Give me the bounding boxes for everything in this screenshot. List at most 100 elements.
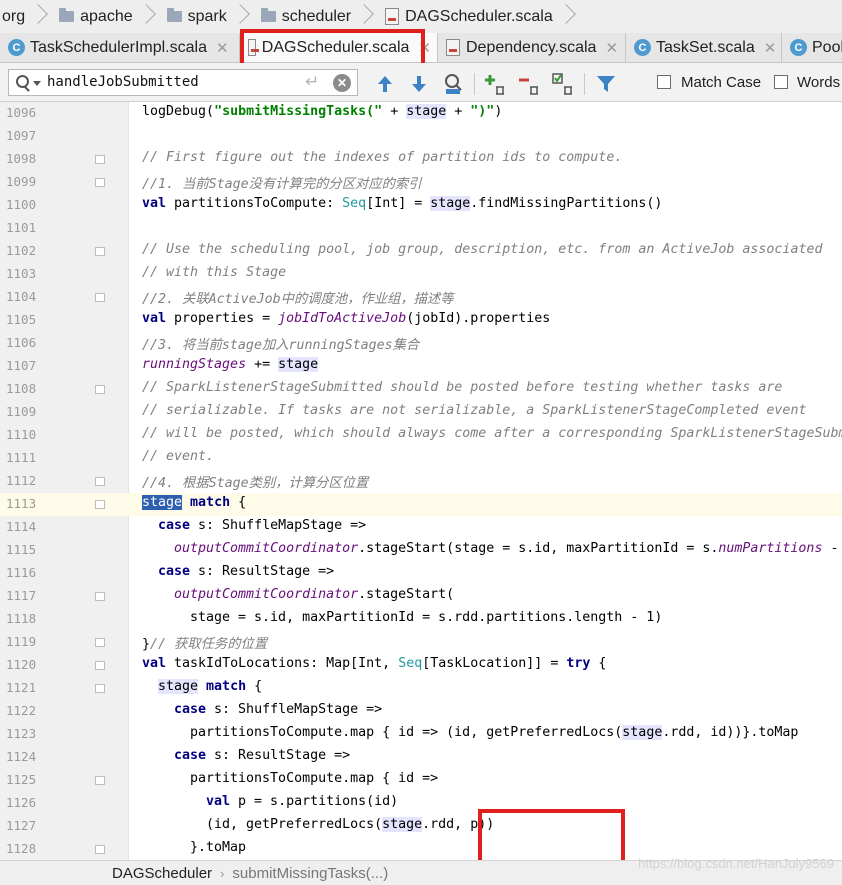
tab-taskschedulerimpl[interactable]: C TaskSchedulerImpl.scala ✕ bbox=[0, 33, 240, 62]
match-case-checkbox[interactable] bbox=[657, 75, 671, 89]
line-number: 1125 bbox=[6, 772, 37, 787]
code-line[interactable]: 1124 case s: ResultStage => bbox=[0, 746, 842, 769]
fold-marker-icon[interactable] bbox=[95, 845, 105, 854]
code-line[interactable]: 1105 val properties = jobIdToActiveJob(jo… bbox=[0, 309, 842, 332]
code-text: // will be posted, which should always c… bbox=[142, 426, 842, 441]
code-line[interactable]: 1119}// 获取任务的位置 bbox=[0, 631, 842, 654]
code-line[interactable]: 1096 logDebug("submitMissingTasks(" + sta… bbox=[0, 102, 842, 125]
code-line[interactable]: 1126 val p = s.partitions(id) bbox=[0, 792, 842, 815]
line-number: 1112 bbox=[6, 473, 37, 488]
line-number: 1113 bbox=[6, 496, 37, 511]
code-line[interactable]: 1109 // serializable. If tasks are not se… bbox=[0, 401, 842, 424]
filter-icon[interactable] bbox=[595, 73, 617, 95]
chevron-right-icon bbox=[31, 0, 45, 33]
close-icon[interactable]: ✕ bbox=[764, 39, 777, 57]
fold-marker-icon[interactable] bbox=[95, 477, 105, 486]
code-editor[interactable]: 1096 logDebug("submitMissingTasks(" + sta… bbox=[0, 102, 842, 860]
code-text: (id, getPreferredLocs(stage.rdd, p)) bbox=[206, 817, 495, 832]
code-line[interactable]: 1102 // Use the scheduling pool, job grou… bbox=[0, 240, 842, 263]
line-number: 1110 bbox=[6, 427, 37, 442]
fold-marker-icon[interactable] bbox=[95, 385, 105, 394]
words-checkbox[interactable] bbox=[774, 75, 788, 89]
breadcrumb-item-apache[interactable]: apache bbox=[49, 0, 137, 33]
code-text: stage = s.id, maxPartitionId = s.rdd.par… bbox=[190, 610, 663, 625]
clear-icon[interactable]: ✕ bbox=[333, 74, 351, 92]
close-icon[interactable]: ✕ bbox=[605, 39, 618, 57]
code-line[interactable]: 1097 bbox=[0, 125, 842, 148]
code-line[interactable]: 1111 // event. bbox=[0, 447, 842, 470]
select-all-occurrences-icon[interactable] bbox=[552, 73, 574, 95]
code-text: val taskIdToLocations: Map[Int, Seq[Task… bbox=[142, 656, 607, 671]
fold-marker-icon[interactable] bbox=[95, 247, 105, 256]
line-number: 1107 bbox=[6, 358, 37, 373]
fold-marker-icon[interactable] bbox=[95, 684, 105, 693]
fold-marker-icon[interactable] bbox=[95, 592, 105, 601]
line-number: 1127 bbox=[6, 818, 37, 833]
fold-marker-icon[interactable] bbox=[95, 293, 105, 302]
code-text: val properties = jobIdToActiveJob(jobId)… bbox=[142, 311, 551, 326]
code-line[interactable]: 1098 // First figure out the indexes of p… bbox=[0, 148, 842, 171]
line-number: 1102 bbox=[6, 243, 37, 258]
code-line[interactable]: 1117 outputCommitCoordinator.stageStart( bbox=[0, 585, 842, 608]
remove-occurrence-icon[interactable] bbox=[518, 73, 540, 95]
tab-pool[interactable]: C Pool bbox=[782, 33, 842, 62]
line-number: 1096 bbox=[6, 105, 37, 120]
line-number: 1105 bbox=[6, 312, 37, 327]
toolbar-separator bbox=[474, 73, 475, 95]
code-text: }.toMap bbox=[190, 840, 247, 855]
code-line[interactable]: 1108 // SparkListenerStageSubmitted shoul… bbox=[0, 378, 842, 401]
fold-marker-icon[interactable] bbox=[95, 776, 105, 785]
close-icon[interactable]: ✕ bbox=[216, 39, 229, 57]
code-line[interactable]: 1122 case s: ShuffleMapStage => bbox=[0, 700, 842, 723]
fold-marker-icon[interactable] bbox=[95, 155, 105, 164]
breadcrumb-item-spark[interactable]: spark bbox=[157, 0, 231, 33]
code-line[interactable]: 1100 val partitionsToCompute: Seq[Int] = … bbox=[0, 194, 842, 217]
line-number: 1119 bbox=[6, 634, 37, 649]
fold-marker-icon[interactable] bbox=[95, 500, 105, 509]
fold-marker-icon[interactable] bbox=[95, 178, 105, 187]
line-number: 1101 bbox=[6, 220, 37, 235]
line-number: 1106 bbox=[6, 335, 37, 350]
code-line[interactable]: 1127 (id, getPreferredLocs(stage.rdd, p)) bbox=[0, 815, 842, 838]
search-input[interactable] bbox=[47, 72, 297, 92]
search-field[interactable]: ↵ ✕ bbox=[8, 69, 358, 96]
code-line[interactable]: 1118 stage = s.id, maxPartitionId = s.rdd… bbox=[0, 608, 842, 631]
code-line[interactable]: 1101 bbox=[0, 217, 842, 240]
code-line[interactable]: 1112 //4. 根据Stage类别，计算分区位置 bbox=[0, 470, 842, 493]
line-number: 1114 bbox=[6, 519, 37, 534]
code-text: // First figure out the indexes of parti… bbox=[142, 150, 623, 165]
nav-method[interactable]: submitMissingTasks(...) bbox=[232, 865, 388, 882]
code-line[interactable]: 1125 partitionsToCompute.map { id => bbox=[0, 769, 842, 792]
code-line[interactable]: 1120 val taskIdToLocations: Map[Int, Seq[… bbox=[0, 654, 842, 677]
find-all-icon[interactable] bbox=[443, 73, 465, 95]
line-number: 1120 bbox=[6, 657, 37, 672]
code-line[interactable]: 1099 //1. 当前Stage没有计算完的分区对应的索引 bbox=[0, 171, 842, 194]
previous-occurrence-icon[interactable] bbox=[374, 73, 396, 95]
code-line[interactable]: 1106 //3. 将当前stage加入runningStages集合 bbox=[0, 332, 842, 355]
fold-marker-icon[interactable] bbox=[95, 661, 105, 670]
code-line[interactable]: 1123 partitionsToCompute.map { id => (id,… bbox=[0, 723, 842, 746]
tab-dependency[interactable]: Dependency.scala ✕ bbox=[438, 33, 626, 62]
line-number: 1111 bbox=[6, 450, 37, 465]
next-occurrence-icon[interactable] bbox=[408, 73, 430, 95]
code-line[interactable]: 1113 stage match { bbox=[0, 493, 842, 516]
code-line[interactable]: 1103 // with this Stage bbox=[0, 263, 842, 286]
breadcrumb-label: DAGScheduler.scala bbox=[405, 7, 553, 25]
nav-class[interactable]: DAGScheduler bbox=[112, 865, 212, 882]
add-occurrence-icon[interactable] bbox=[484, 73, 506, 95]
folder-icon bbox=[260, 8, 276, 22]
code-line[interactable]: 1104 //2. 关联ActiveJob中的调度池，作业组，描述等 bbox=[0, 286, 842, 309]
tab-label: Pool bbox=[812, 38, 842, 56]
breadcrumb-label: spark bbox=[187, 7, 227, 25]
code-line[interactable]: 1110 // will be posted, which should alwa… bbox=[0, 424, 842, 447]
fold-marker-icon[interactable] bbox=[95, 638, 105, 647]
code-line[interactable]: 1115 outputCommitCoordinator.stageStart(s… bbox=[0, 539, 842, 562]
code-line[interactable]: 1107 runningStages += stage bbox=[0, 355, 842, 378]
code-line[interactable]: 1121 stage match { bbox=[0, 677, 842, 700]
code-line[interactable]: 1114 case s: ShuffleMapStage => bbox=[0, 516, 842, 539]
tab-taskset[interactable]: C TaskSet.scala ✕ bbox=[626, 33, 782, 62]
code-line[interactable]: 1116 case s: ResultStage => bbox=[0, 562, 842, 585]
breadcrumb-item-org[interactable]: org bbox=[0, 0, 29, 33]
enter-icon[interactable]: ↵ bbox=[305, 72, 319, 92]
dropdown-arrow-icon[interactable] bbox=[33, 81, 41, 86]
